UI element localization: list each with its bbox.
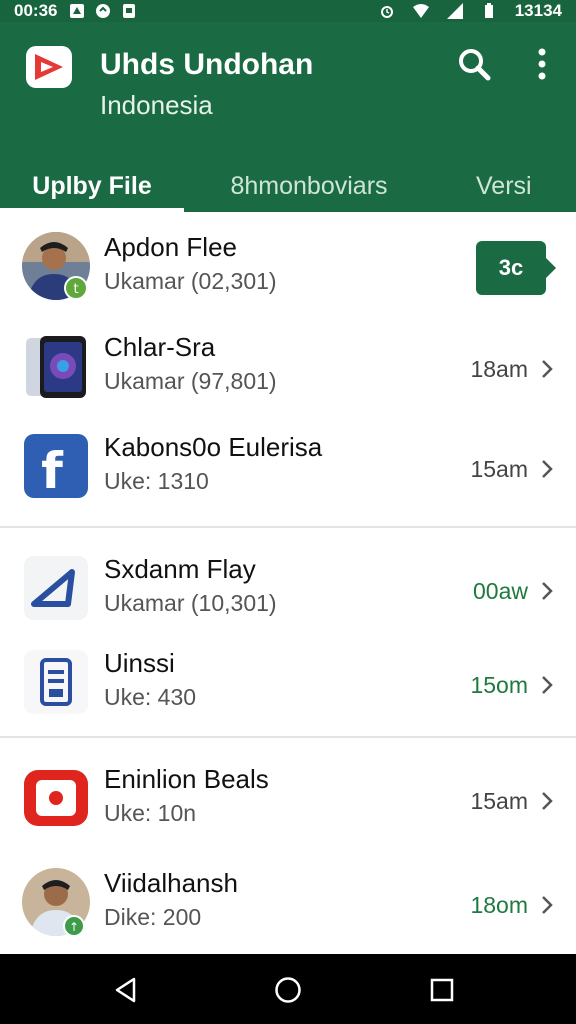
item-subtitle: Uke: 430 xyxy=(104,684,197,710)
tab-bar: Uplby File 8hmonboviars Versi xyxy=(0,160,576,212)
file-list: t Apdon Flee Ukamar (02,301) 3c Chlar-Sr… xyxy=(0,212,576,954)
list-item[interactable]: ↑ Viidalhansh Dike: 200 18om xyxy=(0,848,576,948)
item-time: 15om xyxy=(470,672,528,698)
chevron-right-icon[interactable] xyxy=(540,790,554,812)
item-title: Uinssi xyxy=(104,648,175,678)
battery-icon xyxy=(484,3,493,18)
chevron-right-icon[interactable] xyxy=(540,894,554,916)
facebook-icon: f xyxy=(24,434,88,500)
list-item[interactable]: Chlar-Sra Ukamar (97,801) 18am xyxy=(0,312,576,412)
search-icon[interactable] xyxy=(456,46,492,82)
svg-text:t: t xyxy=(73,282,78,297)
svg-text:f: f xyxy=(41,442,64,500)
chevron-right-icon[interactable] xyxy=(540,458,554,480)
alarm-icon xyxy=(380,6,393,18)
app-logo xyxy=(26,46,72,88)
system-nav-bar xyxy=(0,954,576,1024)
item-title: Eninlion Beals xyxy=(104,764,269,794)
server-icon xyxy=(24,650,88,714)
signal-icon xyxy=(446,3,463,19)
chevron-right-icon[interactable] xyxy=(540,358,554,380)
wifi-icon xyxy=(412,4,429,18)
list-item[interactable]: Uinssi Uke: 430 15om xyxy=(0,628,576,728)
notification-icon xyxy=(70,4,85,18)
item-time: 18om xyxy=(470,892,528,918)
list-item[interactable]: Sxdanm Flay Ukamar (10,301) 00aw xyxy=(0,534,576,634)
item-title: Chlar-Sra xyxy=(104,332,216,362)
item-title: Apdon Flee xyxy=(104,232,237,262)
svg-text:↑: ↑ xyxy=(69,920,79,934)
tab-uplby-file[interactable]: Uplby File xyxy=(0,160,184,212)
app-title: Uhds Undohan xyxy=(100,48,314,81)
phone-icon xyxy=(26,336,86,398)
status-bar: 00:36 13134 xyxy=(0,0,576,22)
item-time: 18am xyxy=(470,356,528,382)
item-title: Viidalhansh xyxy=(104,868,238,898)
item-subtitle: Ukamar (10,301) xyxy=(104,590,277,616)
count-badge[interactable]: 3c xyxy=(476,241,556,295)
record-icon xyxy=(24,770,88,826)
message-icon xyxy=(123,4,136,18)
item-subtitle: Uke: 10n xyxy=(104,800,197,826)
item-subtitle: Ukamar (97,801) xyxy=(104,368,277,394)
sync-icon xyxy=(96,4,111,18)
more-options-icon[interactable] xyxy=(528,46,556,82)
status-clock-right: 13134 xyxy=(514,1,562,20)
list-item[interactable]: Eninlion Beals Uke: 10n 15am xyxy=(0,744,576,844)
item-time: 15am xyxy=(470,456,528,482)
section-divider xyxy=(0,736,576,738)
chevron-right-icon[interactable] xyxy=(540,580,554,602)
chevron-right-icon[interactable] xyxy=(540,674,554,696)
list-item[interactable]: t Apdon Flee Ukamar (02,301) 3c xyxy=(0,212,576,312)
play-logo-icon xyxy=(35,54,63,80)
item-subtitle: Uke: 1310 xyxy=(104,468,209,494)
person-photo-icon: ↑ xyxy=(22,868,90,936)
item-title: Sxdanm Flay xyxy=(104,554,256,584)
back-icon[interactable] xyxy=(112,976,140,1004)
app-bar: Uhds Undohan Indonesia Uplby File 8hmonb… xyxy=(0,22,576,212)
recent-apps-icon[interactable] xyxy=(428,976,456,1004)
item-time: 15am xyxy=(470,788,528,814)
item-subtitle: Ukamar (02,301) xyxy=(104,268,277,294)
status-time: 00:36 xyxy=(14,1,58,20)
item-time: 00aw xyxy=(473,578,528,604)
tab-8hmonboviars[interactable]: 8hmonboviars xyxy=(184,160,434,212)
home-icon[interactable] xyxy=(274,976,302,1004)
tab-versi[interactable]: Versi xyxy=(434,160,576,212)
app-subtitle: Indonesia xyxy=(100,90,213,120)
person-photo-icon: t xyxy=(22,232,90,300)
sail-icon xyxy=(24,556,88,620)
list-item[interactable]: f Kabons0o Eulerisa Uke: 1310 15am xyxy=(0,412,576,512)
item-subtitle: Dike: 200 xyxy=(104,904,202,930)
item-title: Kabons0o Eulerisa xyxy=(104,432,323,462)
section-divider xyxy=(0,526,576,528)
